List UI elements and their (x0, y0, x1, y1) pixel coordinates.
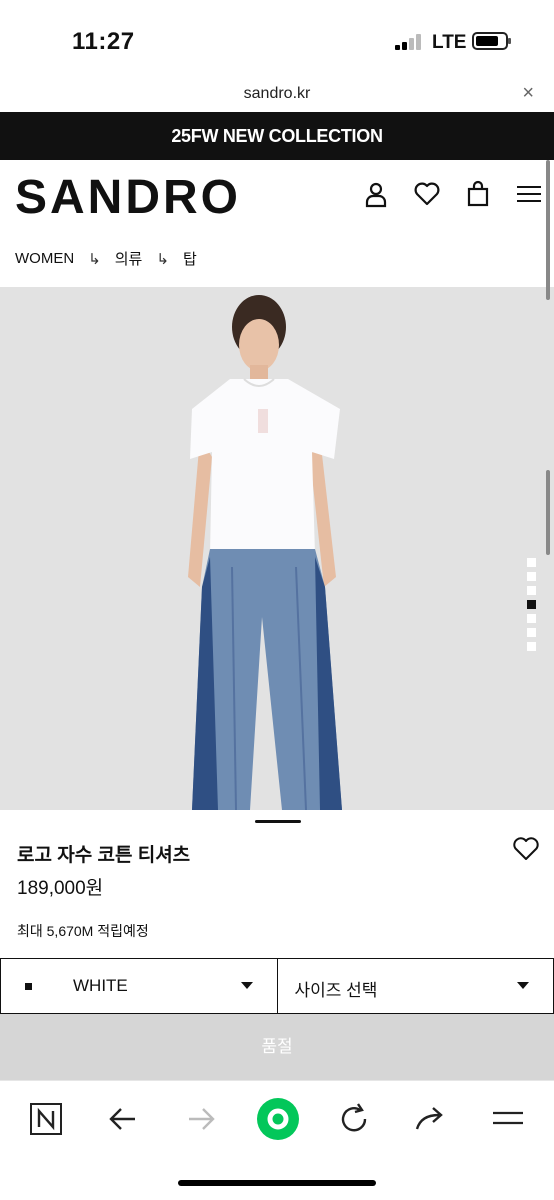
chevron-down-icon (240, 982, 253, 989)
reload-icon[interactable] (334, 1099, 374, 1139)
gallery-dot[interactable] (527, 642, 536, 651)
page-scrollbar[interactable] (546, 160, 550, 300)
url-text[interactable]: sandro.kr (0, 85, 554, 103)
breadcrumb: WOMEN ↳ 의류 ↳ 탑 (15, 248, 197, 269)
breadcrumb-women[interactable]: WOMEN (15, 250, 74, 267)
signal-strength-icon (395, 34, 423, 50)
account-icon[interactable] (362, 180, 390, 208)
browser-url-bar[interactable]: sandro.kr × (0, 80, 554, 112)
close-icon[interactable]: × (522, 82, 534, 105)
gallery-dot[interactable] (527, 572, 536, 581)
naver-n-icon[interactable] (26, 1099, 66, 1139)
soldout-button[interactable]: 품절 (0, 1014, 554, 1080)
back-arrow-icon[interactable] (103, 1099, 143, 1139)
gallery-dot[interactable] (527, 558, 536, 567)
promo-banner[interactable]: 25FW NEW COLLECTION (0, 112, 554, 160)
share-icon[interactable] (411, 1099, 451, 1139)
shopping-bag-icon[interactable] (464, 180, 492, 208)
gallery-dot-active[interactable] (527, 600, 536, 609)
color-swatch-icon (25, 983, 32, 990)
battery-icon (472, 32, 511, 50)
menu-lines-icon[interactable] (488, 1099, 528, 1139)
chevron-down-icon (517, 982, 529, 989)
color-select[interactable]: WHITE (0, 958, 278, 1014)
breadcrumb-separator-icon: ↳ (88, 250, 101, 268)
green-home-icon[interactable] (254, 1095, 302, 1143)
gallery-pagination[interactable] (527, 558, 536, 651)
gallery-dot[interactable] (527, 614, 536, 623)
status-bar: 11:27 LTE (0, 0, 554, 80)
gallery-dot[interactable] (527, 586, 536, 595)
breadcrumb-clothing[interactable]: 의류 (115, 248, 143, 269)
product-image[interactable] (0, 287, 554, 810)
model-photo (188, 295, 342, 810)
forward-arrow-icon[interactable] (181, 1099, 221, 1139)
product-price: 189,000원 (17, 878, 104, 899)
drag-handle[interactable] (255, 820, 301, 823)
sandro-logo[interactable]: SANDRO (15, 170, 241, 225)
breadcrumb-separator-icon: ↳ (156, 250, 169, 268)
gallery-dot[interactable] (527, 628, 536, 637)
size-select[interactable]: 사이즈 선택 (277, 958, 554, 1014)
size-select-placeholder: 사이즈 선택 (294, 981, 378, 1000)
network-type: LTE (432, 32, 467, 53)
reward-points: 최대 5,670M 적립예정 (17, 923, 149, 939)
menu-icon[interactable] (515, 180, 543, 208)
image-scrollbar[interactable] (546, 470, 550, 555)
product-wishlist-heart-icon[interactable] (512, 836, 540, 862)
home-indicator[interactable] (178, 1180, 376, 1186)
status-time: 11:27 (72, 28, 135, 55)
color-select-value: WHITE (73, 976, 128, 995)
wishlist-heart-icon[interactable] (413, 180, 441, 208)
product-name: 로고 자수 코튼 티셔츠 (17, 845, 191, 866)
breadcrumb-tops[interactable]: 탑 (183, 248, 197, 269)
option-selectors: WHITE 사이즈 선택 (0, 958, 554, 1014)
site-header: SANDRO (0, 160, 554, 232)
